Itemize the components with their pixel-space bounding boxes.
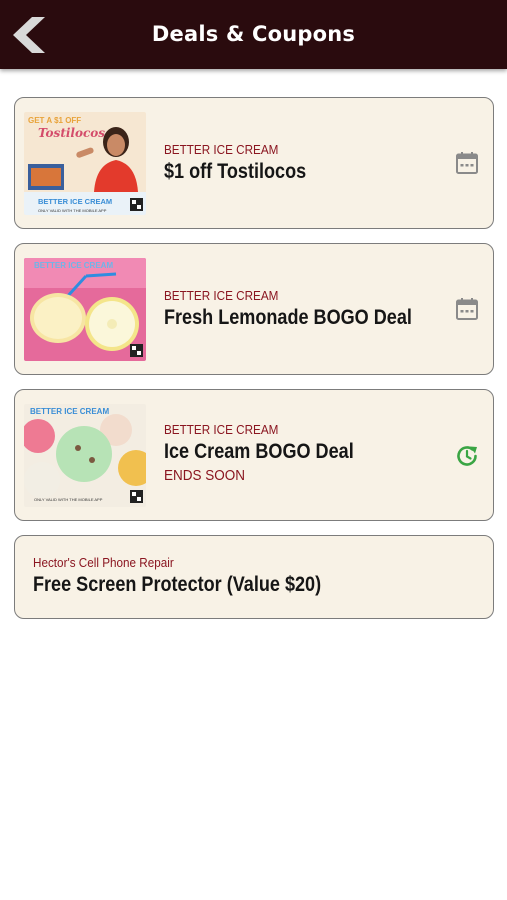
thumb-brand: BETTER ICE CREAM	[38, 197, 112, 206]
deal-title: Free Screen Protector (Value $20)	[33, 573, 322, 596]
deals-list: GET A $1 OFF Tostilocos BETTER ICE CREAM…	[14, 97, 494, 633]
thumb-note: ONLY VALID WITH THE MOBILE APP	[38, 208, 107, 213]
deal-thumbnail: BETTER ICE CREAM ONLY VALID WITH THE MOB…	[24, 404, 146, 507]
deal-card-lemonade[interactable]: BETTER ICE CREAM BETTER ICE CREAM Fresh …	[14, 243, 494, 375]
deal-title: $1 off Tostilocos	[164, 160, 307, 183]
deal-thumbnail: BETTER ICE CREAM	[24, 258, 146, 361]
thumb-note: ONLY VALID WITH THE MOBILE APP	[34, 497, 103, 502]
deal-business: BETTER ICE CREAM	[164, 422, 279, 437]
deal-thumbnail: GET A $1 OFF Tostilocos BETTER ICE CREAM…	[24, 112, 146, 215]
deal-card-screen-protector[interactable]: Hector's Cell Phone Repair Free Screen P…	[14, 535, 494, 619]
thumb-brand: BETTER ICE CREAM	[30, 407, 109, 416]
thumb-script: Tostilocos	[38, 126, 105, 140]
clock-refresh-icon	[457, 446, 477, 466]
deal-title: Fresh Lemonade BOGO Deal	[164, 306, 412, 329]
page-title: Deals & Coupons	[151, 22, 356, 46]
calendar-icon	[456, 298, 478, 320]
deal-card-ice-cream[interactable]: BETTER ICE CREAM ONLY VALID WITH THE MOB…	[14, 389, 494, 521]
thumb-headline: GET A $1 OFF	[28, 116, 81, 125]
calendar-icon	[456, 152, 478, 174]
thumb-brand: BETTER ICE CREAM	[34, 261, 113, 270]
deal-text: Hector's Cell Phone Repair Free Screen P…	[33, 555, 368, 597]
deal-text: BETTER ICE CREAM Fresh Lemonade BOGO Dea…	[164, 288, 452, 330]
deal-text: BETTER ICE CREAM $1 off Tostilocos	[164, 142, 329, 184]
deal-title: Ice Cream BOGO Deal	[164, 440, 354, 463]
deal-business: BETTER ICE CREAM	[164, 288, 279, 303]
deal-text: BETTER ICE CREAM Ice Cream BOGO Deal END…	[164, 422, 385, 484]
deal-business: BETTER ICE CREAM	[164, 142, 279, 157]
deal-business: Hector's Cell Phone Repair	[33, 555, 174, 570]
app-header: Deals & Coupons	[0, 0, 507, 69]
deal-card-tostilocos[interactable]: GET A $1 OFF Tostilocos BETTER ICE CREAM…	[14, 97, 494, 229]
ends-soon-label: ENDS SOON	[164, 467, 246, 484]
